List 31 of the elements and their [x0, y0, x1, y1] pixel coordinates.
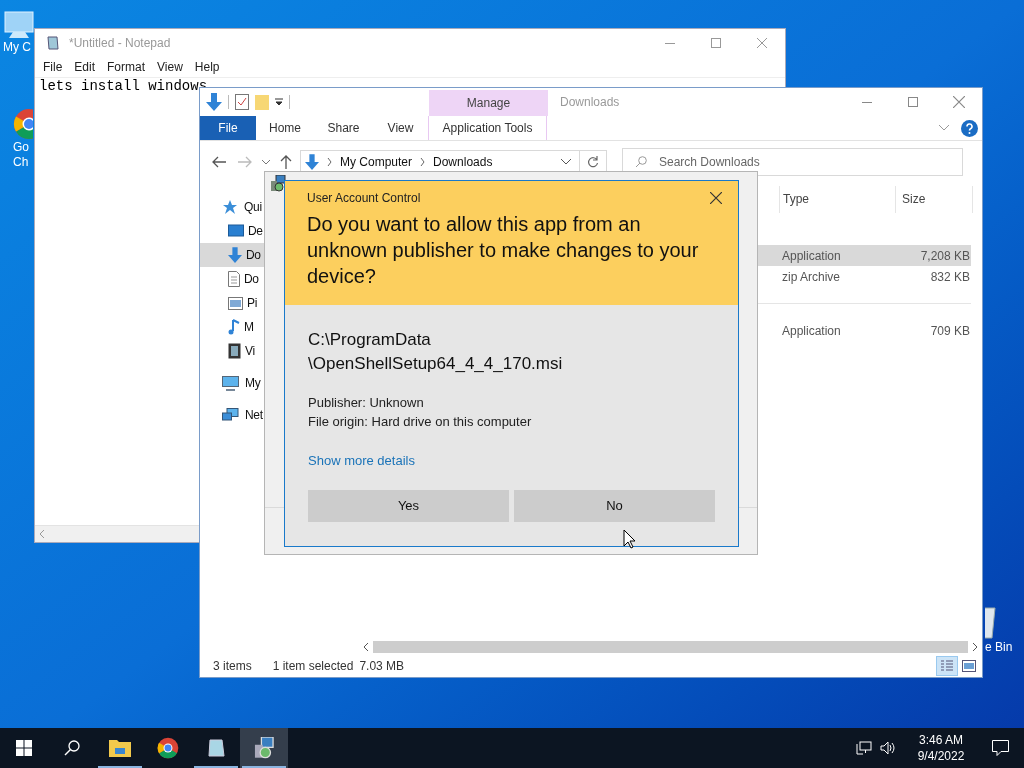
nav-label: De: [248, 223, 263, 240]
dialog-title: User Account Control: [307, 190, 421, 207]
window-title: Downloads: [560, 94, 620, 111]
icon-label: e Bin: [985, 640, 1013, 655]
nav-label: Do: [244, 271, 259, 288]
nav-label: Do: [246, 247, 261, 264]
detail-text: Publisher: Unknown: [308, 394, 425, 412]
file-type: Application: [782, 247, 842, 265]
file-type: Application: [782, 322, 842, 340]
nav-label: M: [244, 319, 254, 336]
file-size: 7,208 KB: [919, 247, 970, 265]
icon-label: Ch: [13, 155, 29, 170]
file-type: zip Archive: [782, 268, 842, 286]
selection-size: 7.03 MB: [359, 657, 405, 675]
icon-label: My C: [3, 40, 31, 55]
file-path: C:\ProgramData: [308, 329, 432, 351]
dialog-question: Do you want to allow this app from an unknown publisher to make changes to your device?: [307, 212, 700, 289]
context-tab-header: Manage: [429, 90, 548, 116]
item-count: 3 items: [213, 657, 252, 675]
file-size: 709 KB: [929, 322, 970, 340]
selection-count: 1 item selected: [272, 657, 354, 675]
file-size: 832 KB: [929, 268, 970, 286]
nav-label: Vi: [245, 343, 255, 360]
nav-label: My: [245, 375, 261, 392]
icon-label: Go: [13, 140, 29, 155]
nav-label: Pi: [247, 295, 258, 312]
nav-label: Net: [245, 407, 263, 424]
detail-text: File origin: Hard drive on this computer: [308, 413, 533, 431]
nav-label: Qui: [244, 199, 262, 216]
file-path: \OpenShellSetup64_4_4_170.msi: [308, 353, 564, 375]
window-title: *Untitled - Notepad: [69, 35, 171, 52]
